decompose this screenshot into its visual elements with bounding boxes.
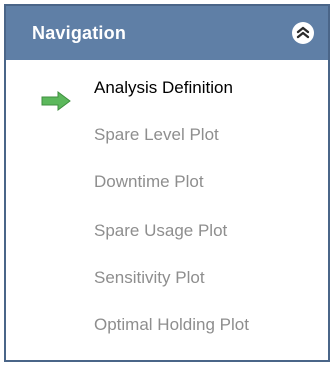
double-chevron-up-icon (296, 26, 310, 39)
collapse-button[interactable] (292, 22, 314, 44)
green-arrow-right-icon (41, 91, 71, 111)
nav-item-downtime-plot[interactable]: Downtime Plot (94, 172, 204, 192)
panel-title: Navigation (32, 23, 127, 43)
nav-item-optimal-holding-plot[interactable]: Optimal Holding Plot (94, 315, 249, 335)
nav-item-spare-level-plot[interactable]: Spare Level Plot (94, 125, 219, 145)
panel-header: Navigation (6, 6, 328, 60)
nav-item-spare-usage-plot[interactable]: Spare Usage Plot (94, 221, 227, 241)
nav-item-analysis-definition[interactable]: Analysis Definition (94, 78, 233, 98)
nav-item-sensitivity-plot[interactable]: Sensitivity Plot (94, 268, 205, 288)
